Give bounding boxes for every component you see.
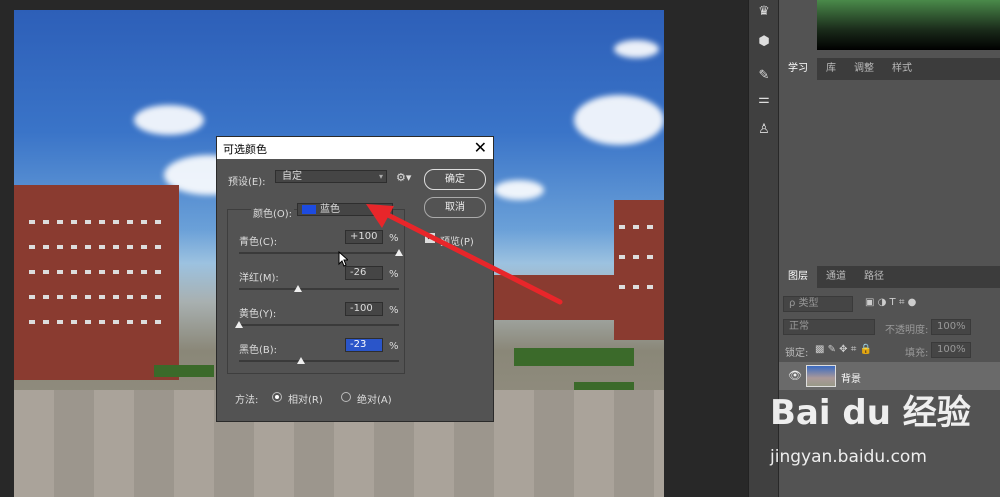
tab-libraries[interactable]: 库 (817, 58, 845, 80)
magenta-label: 洋红(M): (239, 273, 279, 284)
black-track[interactable] (239, 360, 399, 362)
opacity-input[interactable]: 100% (931, 319, 971, 335)
black-slider-thumb[interactable] (296, 357, 305, 364)
method-relative-label: 相对(R) (288, 395, 323, 406)
color-picker-field[interactable] (817, 0, 1000, 50)
brush-presets-icon[interactable]: ♛ (754, 2, 774, 22)
tab-adjustments[interactable]: 调整 (845, 58, 883, 80)
baidu-watermark: Bai du 经验 jingyan.baidu.com (770, 385, 990, 485)
grass (514, 348, 634, 366)
cloud (574, 95, 664, 145)
brush-settings-icon[interactable]: ✎ (754, 66, 774, 86)
grass (154, 365, 214, 377)
lock-icons[interactable]: ▩ ✎ ✥ ⌗ 🔒 (815, 344, 872, 355)
tab-layers[interactable]: 图层 (779, 266, 817, 288)
layer-name: 背景 (841, 374, 861, 385)
right-building (614, 200, 664, 340)
cloud (134, 105, 204, 135)
color-swatch (302, 205, 316, 214)
black-unit: % (389, 341, 399, 352)
color-label: 颜色(O): (251, 205, 295, 220)
opacity-label: 不透明度: (885, 325, 929, 336)
fill-label: 填充: (905, 348, 929, 359)
color-value: 蓝色 (320, 204, 340, 215)
ok-button[interactable]: 确定 (424, 169, 486, 190)
black-label: 黑色(B): (239, 345, 278, 356)
top-panel-tabs: 学习 库 调整 样式 (779, 58, 1000, 80)
fill-input[interactable]: 100% (931, 342, 971, 358)
tab-paths[interactable]: 路径 (855, 266, 893, 288)
watermark-logo: Bai du 经验 (770, 393, 971, 433)
cloud (494, 180, 544, 200)
black-value[interactable]: -23 (345, 338, 383, 352)
tab-channels[interactable]: 通道 (817, 266, 855, 288)
watermark-url: jingyan.baidu.com (770, 447, 927, 467)
yellow-track[interactable] (239, 324, 399, 326)
mouse-cursor-icon (338, 251, 348, 267)
dialog-title: 可选颜色 (223, 143, 267, 156)
annotation-arrow (366, 204, 563, 305)
preset-options-gear-icon[interactable]: ⚙▾ (396, 171, 411, 184)
layer-thumbnail (806, 365, 836, 387)
3d-icon[interactable]: ⬢ (754, 32, 774, 52)
layer-panel-tabs: 图层 通道 路径 (779, 266, 1000, 288)
layer-filter-kind[interactable]: ρ 类型 (783, 296, 853, 312)
cloud (614, 40, 659, 58)
method-label: 方法: (235, 395, 259, 406)
dialog-titlebar[interactable]: 可选颜色 ✕ (217, 137, 493, 159)
yellow-slider-thumb[interactable] (235, 321, 243, 328)
lock-label: 锁定: (785, 348, 809, 359)
tab-styles[interactable]: 样式 (883, 58, 921, 80)
eye-icon[interactable]: 👁 (788, 369, 802, 382)
adjust-sliders-icon[interactable]: ⚌ (754, 90, 774, 110)
tab-learn[interactable]: 学习 (779, 58, 817, 80)
magenta-slider-thumb[interactable] (294, 285, 303, 292)
left-building (14, 185, 179, 380)
preset-value: 自定 (282, 171, 302, 182)
layer-filter-icons[interactable]: ▣ ◑ T ⌗ ● (865, 297, 916, 308)
preset-select[interactable]: 自定 ▾ (275, 170, 387, 183)
preset-label: 预设(E): (228, 177, 266, 188)
blend-mode-select[interactable]: 正常 (783, 319, 875, 335)
clone-source-icon[interactable]: ♙ (754, 120, 774, 140)
method-relative-radio[interactable] (272, 392, 282, 402)
close-icon[interactable]: ✕ (474, 138, 487, 157)
method-absolute-radio[interactable] (341, 392, 351, 402)
chevron-down-icon: ▾ (378, 172, 383, 181)
method-absolute-label: 绝对(A) (357, 395, 392, 406)
cyan-label: 青色(C): (239, 237, 278, 248)
yellow-label: 黄色(Y): (239, 309, 277, 320)
